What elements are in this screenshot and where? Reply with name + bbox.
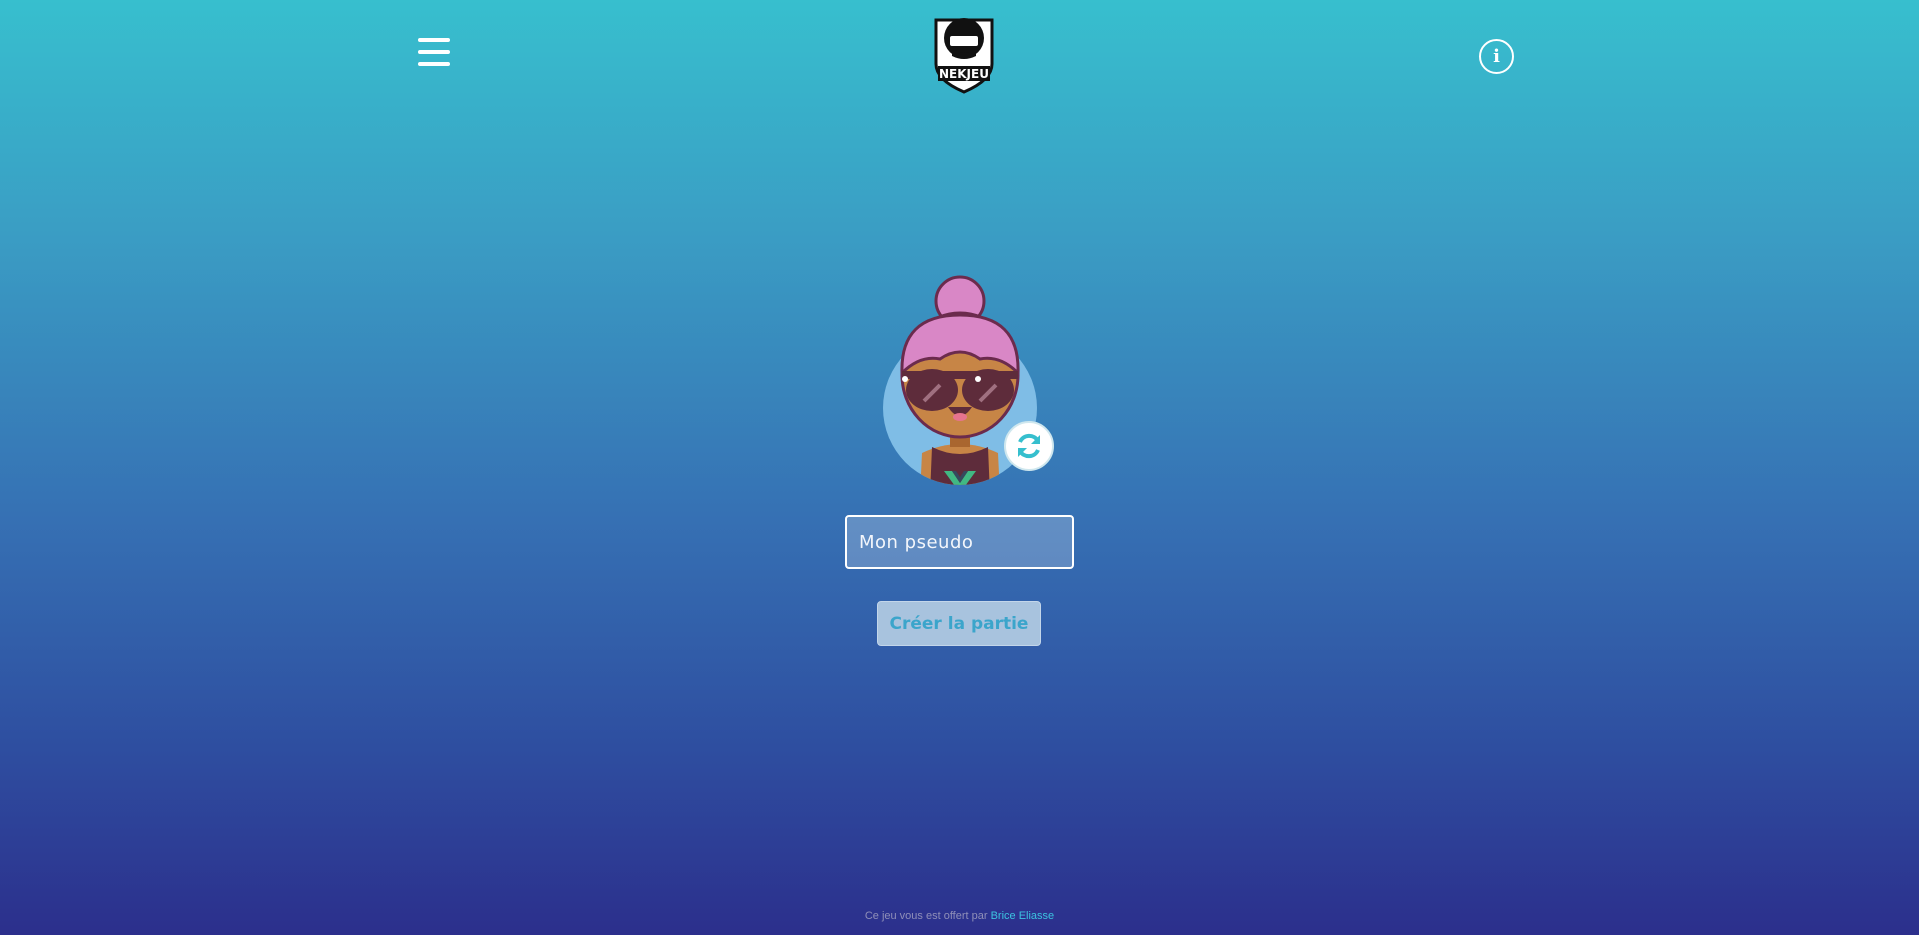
create-game-label: Créer la partie <box>889 613 1029 634</box>
menu-bar <box>418 50 450 54</box>
author-link[interactable]: Brice Eliasse <box>991 910 1055 922</box>
menu-bar <box>418 62 450 66</box>
refresh-icon <box>1018 433 1040 459</box>
hamburger-menu-icon[interactable] <box>418 38 450 66</box>
nekjeu-logo[interactable]: NEKJEU <box>928 14 1000 94</box>
info-icon[interactable]: i <box>1479 39 1514 74</box>
footer: Ce jeu vous est offert par Brice Eliasse <box>0 910 1919 922</box>
info-glyph: i <box>1493 46 1500 67</box>
create-game-button[interactable]: Créer la partie <box>877 601 1041 646</box>
menu-bar <box>418 38 450 42</box>
footer-text: Ce jeu vous est offert par <box>864 910 988 922</box>
pseudo-input[interactable] <box>845 515 1074 569</box>
logo-text: NEKJEU <box>939 67 989 81</box>
refresh-avatar-button[interactable] <box>1004 421 1054 471</box>
